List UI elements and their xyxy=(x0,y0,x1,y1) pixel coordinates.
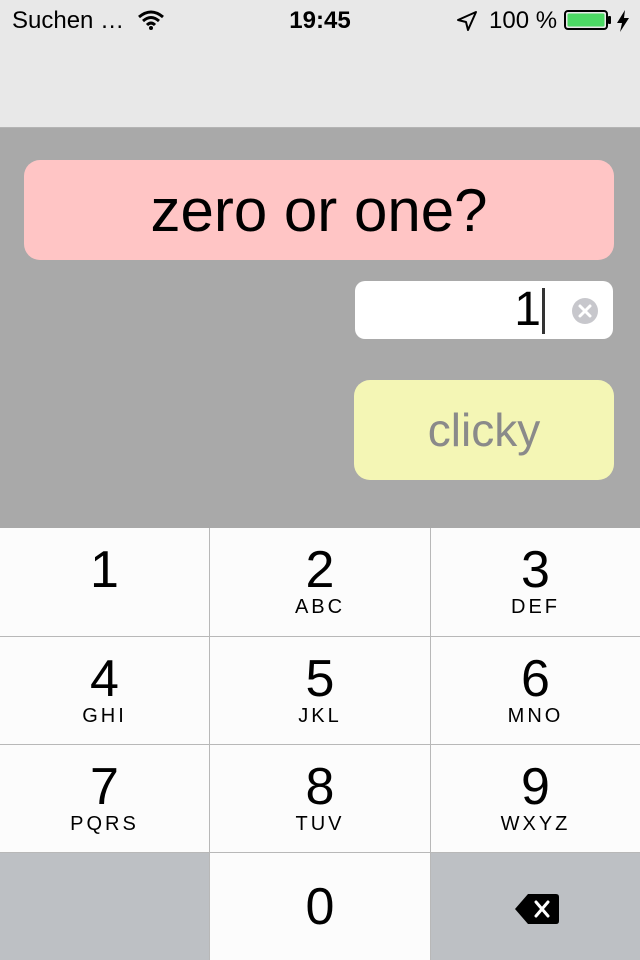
battery-icon xyxy=(564,10,611,30)
key-digit: 7 xyxy=(90,758,119,816)
key-digit: 2 xyxy=(305,541,335,599)
input-value[interactable]: 1 xyxy=(514,283,541,337)
wifi-icon xyxy=(138,10,164,30)
key-letters: JKL xyxy=(298,705,342,727)
key-3[interactable]: 3 DEF xyxy=(431,528,640,637)
key-letters: WXYZ xyxy=(500,813,571,835)
key-letters: GHI xyxy=(82,705,127,727)
key-8[interactable]: 8 TUV xyxy=(210,745,431,853)
key-6[interactable]: 6 MNO xyxy=(431,637,640,745)
key-letters: DEF xyxy=(511,596,560,618)
key-letters: TUV xyxy=(295,813,345,835)
battery-percent: 100 % xyxy=(489,7,558,34)
key-9[interactable]: 9 WXYZ xyxy=(431,745,640,853)
key-5[interactable]: 5 JKL xyxy=(210,637,431,745)
key-letters: MNO xyxy=(507,705,564,727)
key-digit: 6 xyxy=(521,650,550,708)
key-digit: 3 xyxy=(521,541,550,599)
key-blank xyxy=(0,853,210,960)
text-cursor xyxy=(542,288,545,334)
carrier-label: Suchen … xyxy=(12,7,125,34)
key-digit: 5 xyxy=(305,650,335,708)
location-arrow-icon xyxy=(457,11,477,31)
key-digit: 9 xyxy=(521,758,550,816)
clear-text-icon[interactable] xyxy=(571,297,599,325)
key-digit: 0 xyxy=(305,878,335,936)
key-letters: PQRS xyxy=(70,813,139,835)
key-letters: ABC xyxy=(294,596,346,618)
key-1[interactable]: 1 xyxy=(0,528,210,637)
key-digit: 4 xyxy=(90,650,119,708)
key-2[interactable]: 2 ABC xyxy=(210,528,431,637)
question-banner: zero or one? xyxy=(24,160,614,260)
key-digit: 8 xyxy=(305,758,335,816)
backspace-icon[interactable] xyxy=(514,893,560,925)
key-4[interactable]: 4 GHI xyxy=(0,637,210,745)
key-7[interactable]: 7 PQRS xyxy=(0,745,210,853)
clicky-button[interactable]: clicky xyxy=(354,380,614,480)
navigation-bar: Suchen … 19:45 100 % xyxy=(0,0,640,128)
charging-bolt-icon xyxy=(617,10,629,32)
key-digit: 1 xyxy=(90,541,119,599)
key-0[interactable]: 0 xyxy=(210,853,431,960)
status-bar: Suchen … 19:45 100 % xyxy=(0,0,640,40)
